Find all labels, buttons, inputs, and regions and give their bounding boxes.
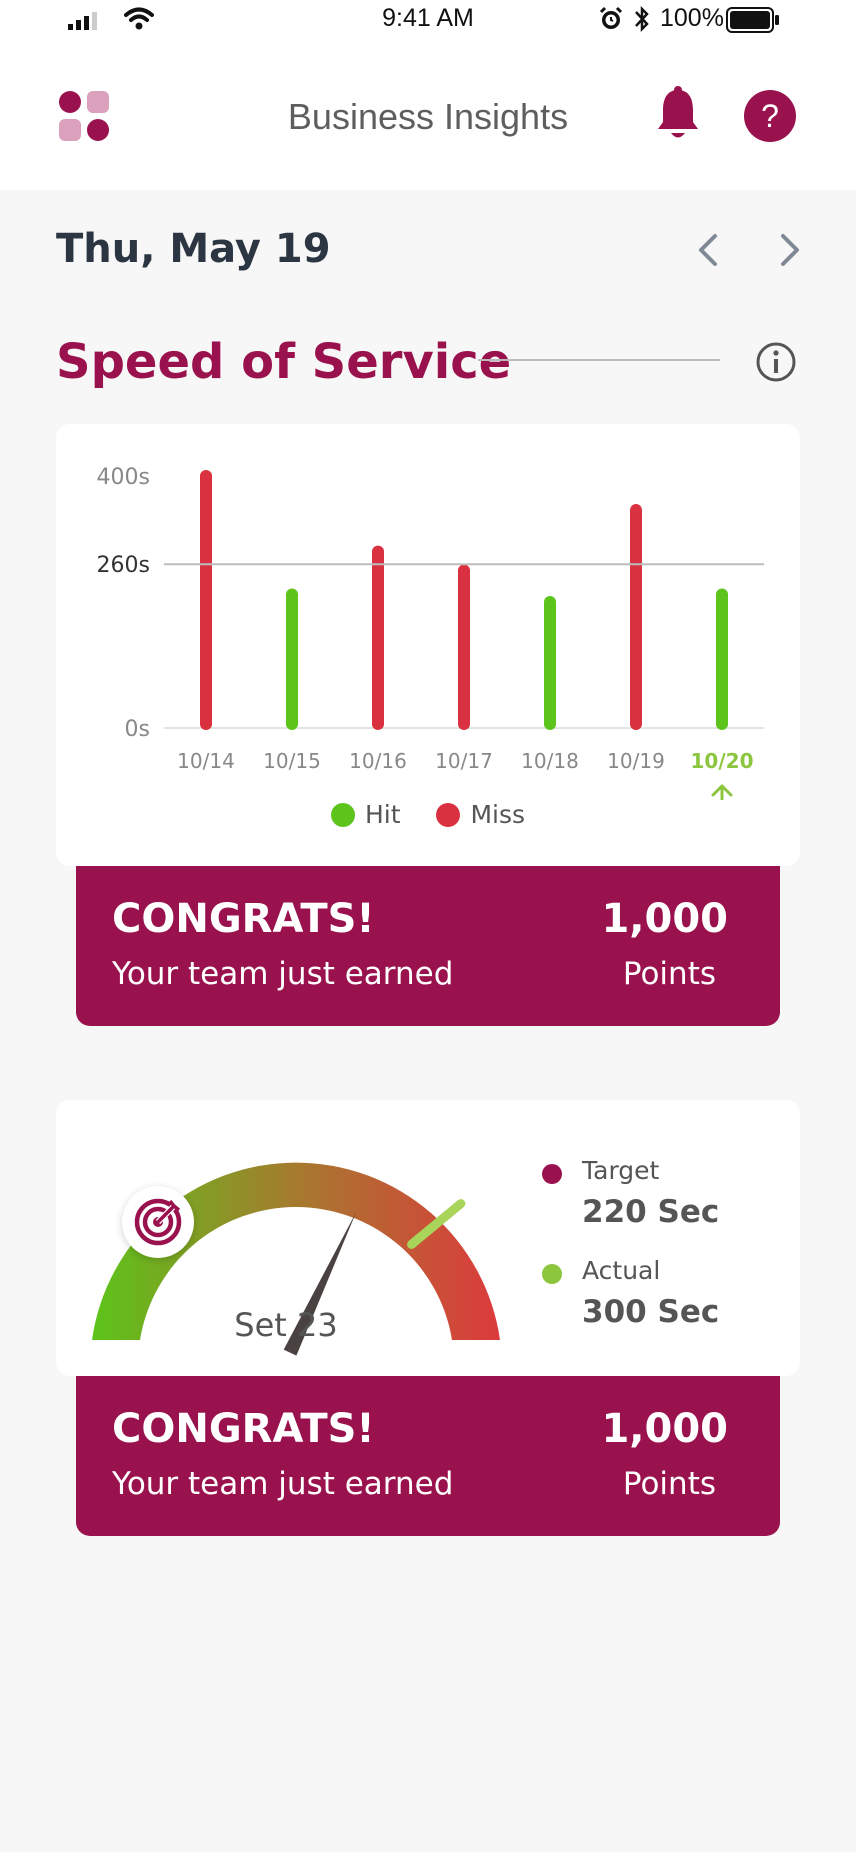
legend-miss-label: Miss (470, 800, 526, 829)
points-value: 1,000 (601, 896, 728, 942)
target-icon (134, 1198, 182, 1246)
actual-value: 300 Sec (582, 1294, 720, 1330)
congrats-banner: CONGRATS! Your team just earned 1,000 Po… (76, 1376, 780, 1536)
x-tick-label: 10/14 (177, 749, 235, 773)
points-unit: Points (622, 956, 716, 992)
target-badge (122, 1186, 194, 1258)
x-tick-label: 10/15 (263, 749, 321, 773)
x-tick-label: 10/20 (691, 749, 754, 773)
y-tick-label: 400s (97, 465, 150, 490)
alarm-icon (599, 6, 623, 29)
y-tick-label: 260s (97, 553, 150, 578)
help-button[interactable]: ? (744, 90, 796, 142)
section-title: Speed of Service (56, 334, 512, 390)
current-date: Thu, May 19 (56, 226, 331, 272)
speed-bar-chart: 0s 260s 400s 10/14 10/15 10/16 10/17 10/18 10/19… (97, 465, 764, 800)
bluetooth-icon (635, 5, 649, 33)
x-tick-label: 10/18 (521, 749, 579, 773)
y-tick-label: 0s (125, 717, 150, 742)
congrats-subtext: Your team just earned (112, 956, 454, 992)
x-tick-label: 10/19 (607, 749, 665, 773)
x-tick-label: 10/16 (349, 749, 407, 773)
section-divider (478, 359, 720, 361)
legend-hit: Hit (330, 800, 401, 829)
target-label: Target (582, 1156, 660, 1185)
points-unit: Points (622, 1466, 716, 1502)
page-title: Business Insights (287, 96, 569, 137)
speed-chart-card: 0s 260s 400s 10/14 10/15 10/16 10/17 10/18 10/19… (56, 424, 800, 866)
info-icon[interactable] (754, 340, 798, 384)
chart-legend: Hit Miss (56, 800, 800, 829)
target-value: 220 Sec (582, 1194, 720, 1230)
upload-arrow-icon (711, 784, 733, 800)
legend-hit-dot (330, 803, 355, 827)
x-tick-label: 10/17 (435, 749, 493, 773)
chevron-right-icon[interactable] (772, 230, 808, 270)
legend-hit-label: Hit (364, 800, 401, 829)
bell-icon[interactable] (656, 86, 700, 142)
gauge-card: Set 23 Target 220 Sec Actual 300 Sec (56, 1100, 800, 1376)
legend-miss: Miss (436, 800, 525, 829)
congrats-heading: CONGRATS! (112, 1406, 375, 1452)
legend-miss-dot (436, 803, 461, 827)
target-dot (542, 1164, 562, 1184)
gauge-label: Set 23 (234, 1306, 338, 1344)
battery-percent: 100% (660, 4, 724, 32)
congrats-banner: CONGRATS! Your team just earned 1,000 Po… (76, 866, 780, 1026)
congrats-subtext: Your team just earned (112, 1466, 454, 1502)
actual-dot (542, 1264, 562, 1284)
congrats-heading: CONGRATS! (112, 896, 375, 942)
status-bar: 9:41 AM 100% (0, 0, 856, 40)
chevron-left-icon[interactable] (690, 230, 726, 270)
actual-label: Actual (582, 1256, 661, 1285)
battery-icon (726, 7, 779, 33)
points-value: 1,000 (601, 1406, 728, 1452)
